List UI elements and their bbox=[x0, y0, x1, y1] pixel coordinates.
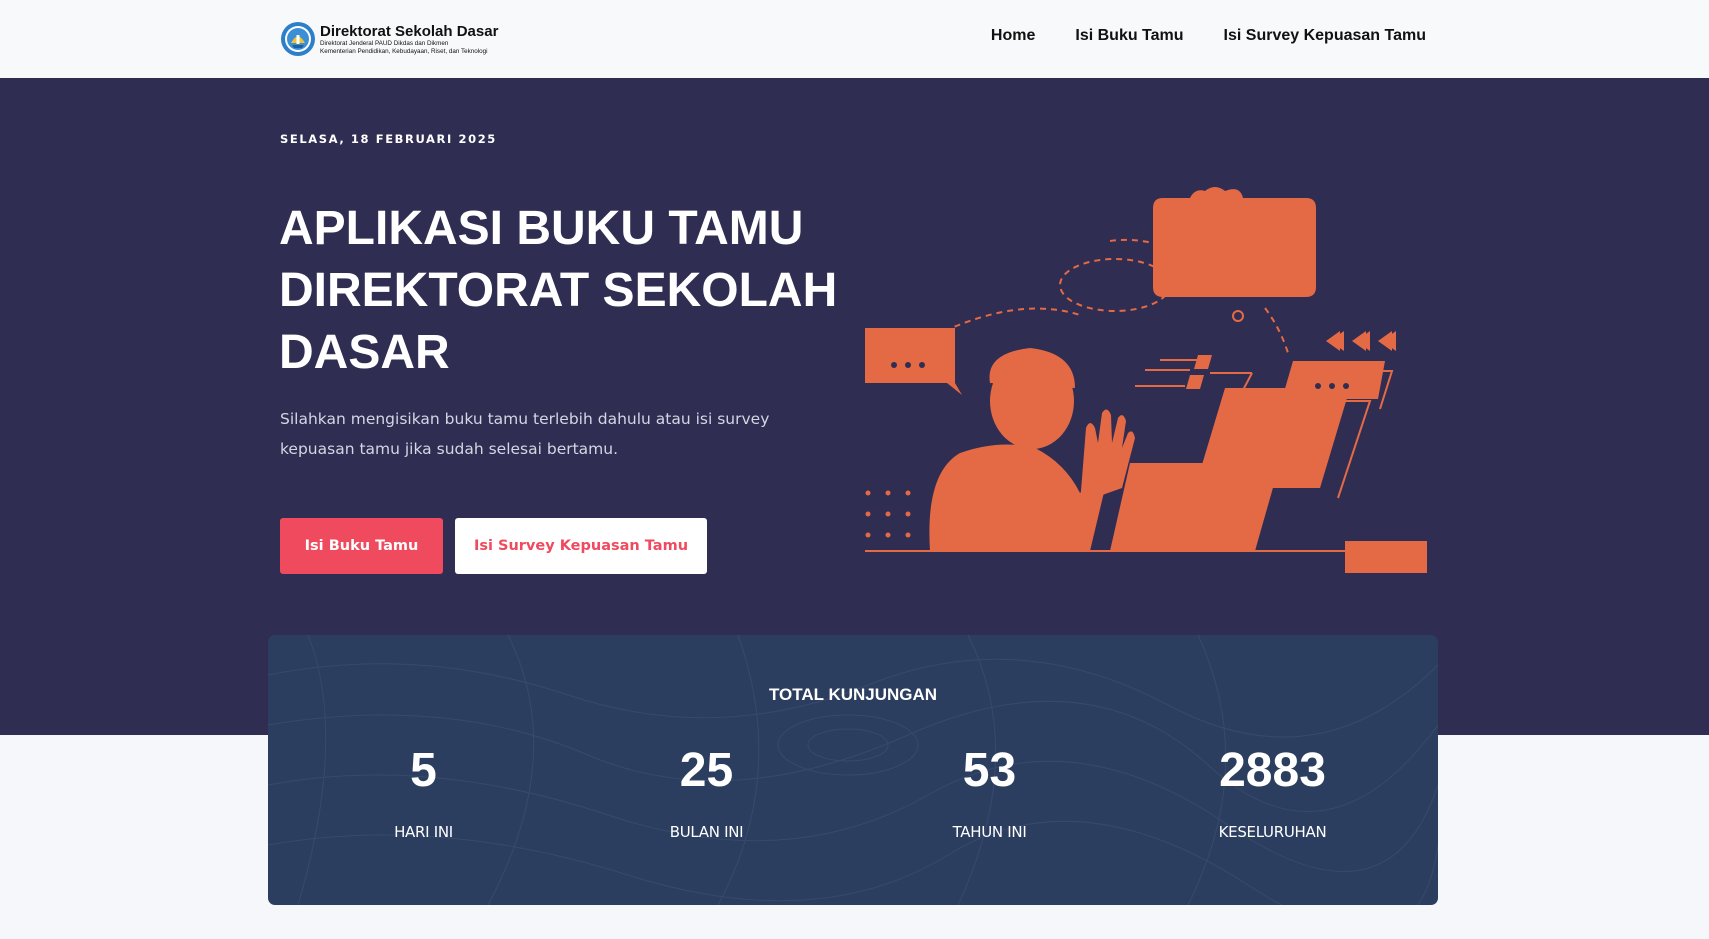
stat-hari-ini: 5 HARI INI bbox=[282, 744, 565, 842]
stat-value: 25 bbox=[679, 744, 734, 797]
stat-keseluruhan: 2883 KESELURUHAN bbox=[1131, 744, 1414, 842]
brand[interactable]: Direktorat Sekolah Dasar Direktorat Jend… bbox=[280, 21, 498, 57]
person-waving-at-laptop-illustration-icon bbox=[865, 187, 1427, 573]
stat-value: 53 bbox=[962, 744, 1017, 797]
stat-label: BULAN INI bbox=[669, 823, 744, 841]
stat-bulan-ini: 25 BULAN INI bbox=[565, 744, 848, 842]
stat-tahun-ini: 53 TAHUN INI bbox=[848, 744, 1131, 842]
hero-title: APLIKASI BUKU TAMU DIREKTORAT SEKOLAH DA… bbox=[279, 202, 838, 379]
nav-link-isi-survey[interactable]: Isi Survey Kepuasan Tamu bbox=[1224, 27, 1426, 45]
hero-description: Silahkan mengisikan buku tamu terlebih d… bbox=[280, 410, 770, 458]
stat-label: KESELURUHAN bbox=[1218, 823, 1327, 841]
brand-subtitle-2: Kementerian Pendidikan, Kebudayaan, Rise… bbox=[320, 47, 488, 55]
stat-value: 5 bbox=[410, 744, 437, 797]
stat-label: TAHUN INI bbox=[952, 823, 1027, 841]
brand-title: Direktorat Sekolah Dasar bbox=[320, 23, 499, 40]
total-kunjungan-card: TOTAL KUNJUNGAN 5 HARI INI 25 BULAN INI … bbox=[268, 635, 1438, 905]
tut-wuri-handayani-logo-icon bbox=[281, 22, 315, 56]
brand-subtitle-1: Direktorat Jenderal PAUD Dikdas dan Dikm… bbox=[320, 40, 449, 47]
hero-date: SELASA, 18 FEBRUARI 2025 bbox=[280, 132, 497, 146]
nav-menu: Home Isi Buku Tamu Isi Survey Kepuasan T… bbox=[991, 27, 1426, 45]
navbar: Direktorat Sekolah Dasar Direktorat Jend… bbox=[0, 0, 1709, 78]
stats-heading: TOTAL KUNJUNGAN bbox=[768, 685, 938, 704]
isi-survey-kepuasan-button[interactable]: Isi Survey Kepuasan Tamu bbox=[455, 518, 707, 574]
nav-link-isi-buku-tamu[interactable]: Isi Buku Tamu bbox=[1075, 27, 1183, 45]
stat-label: HARI INI bbox=[394, 823, 453, 841]
nav-link-home[interactable]: Home bbox=[991, 27, 1035, 45]
stat-value: 2883 bbox=[1219, 744, 1326, 797]
isi-buku-tamu-button[interactable]: Isi Buku Tamu bbox=[280, 518, 443, 574]
